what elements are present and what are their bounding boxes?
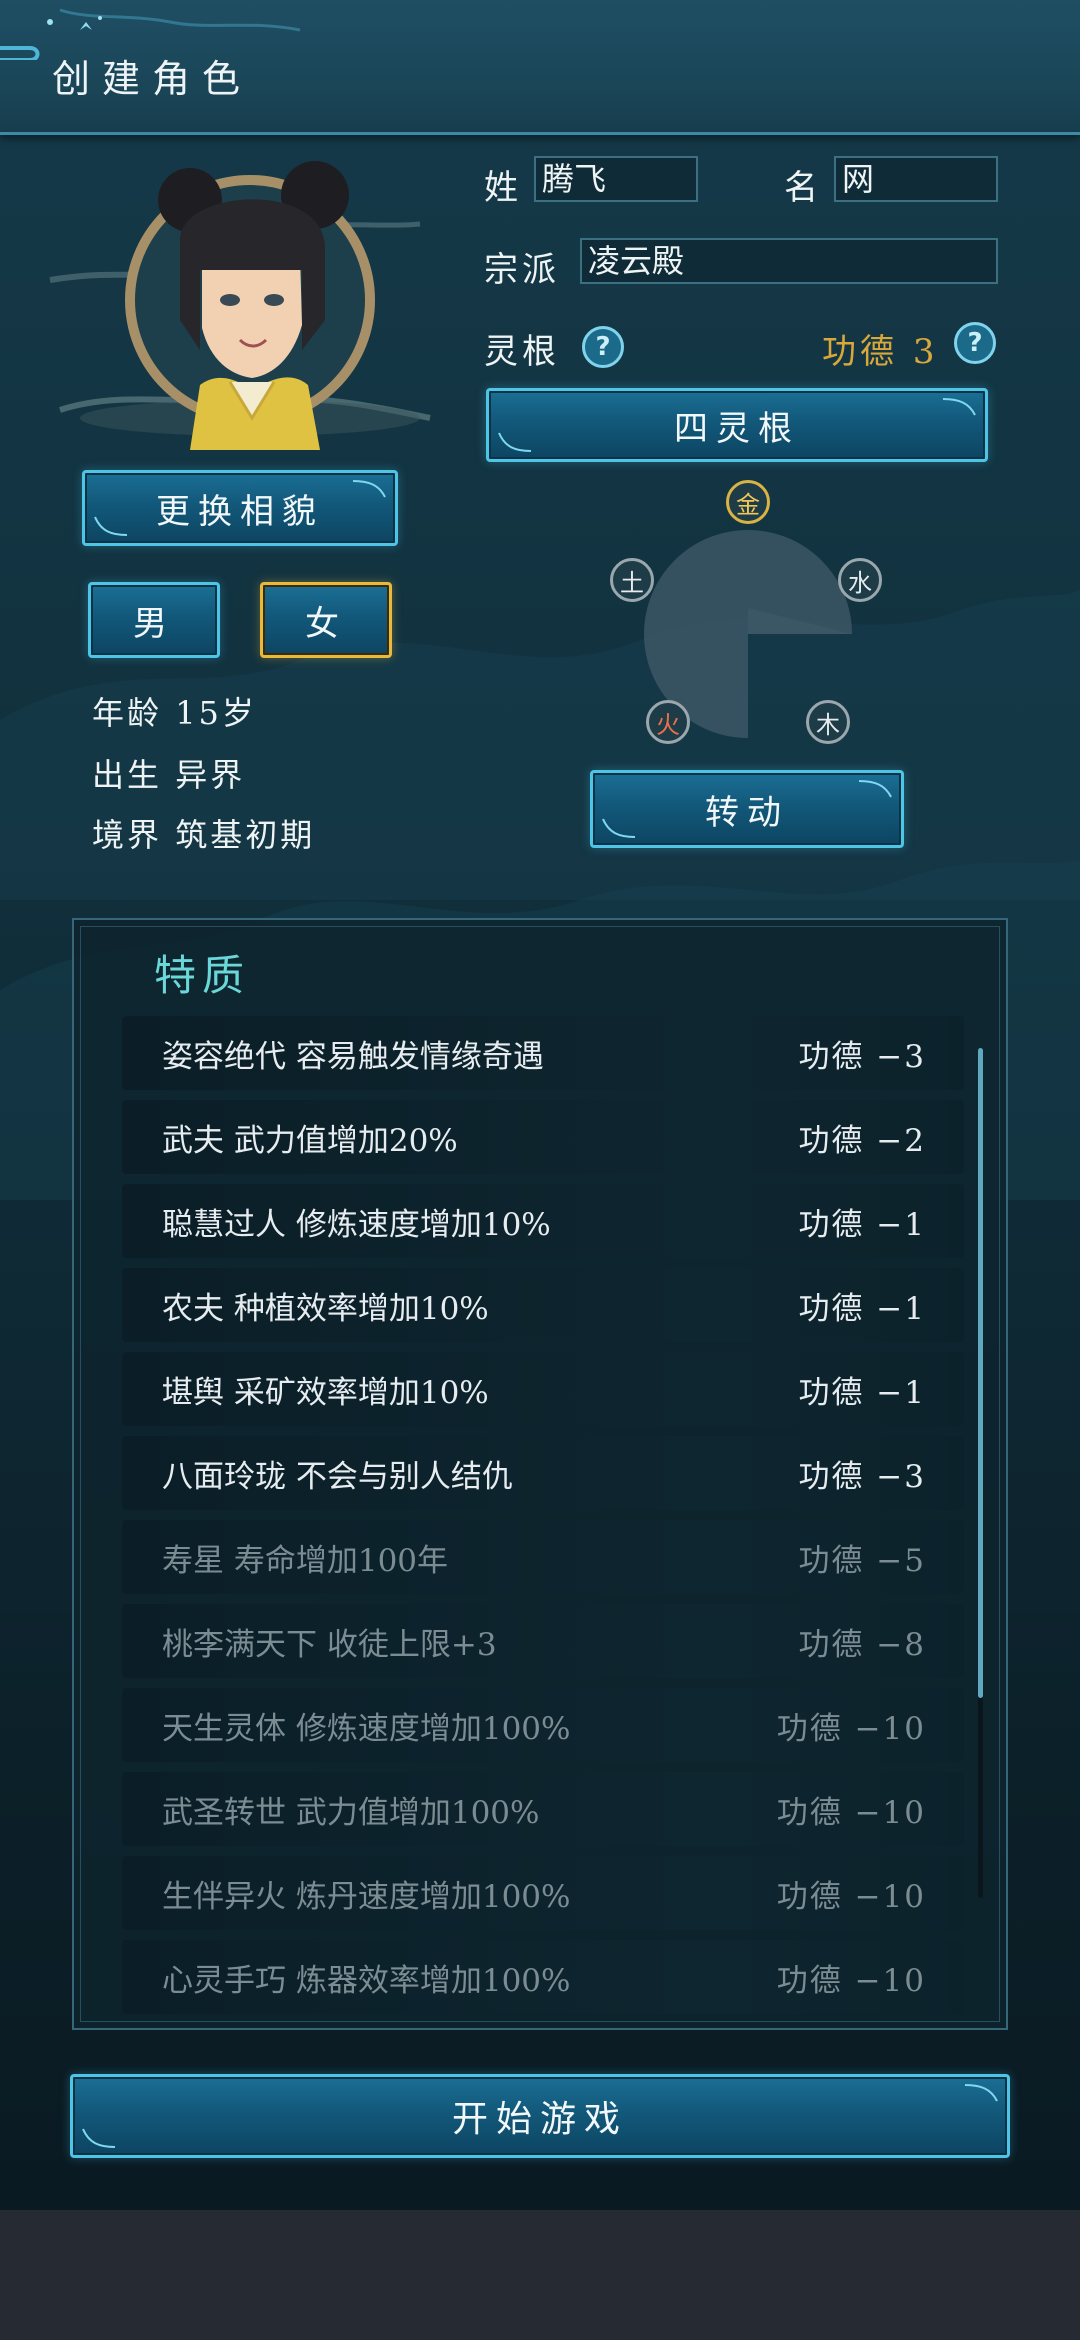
trait-description: 心灵手巧 炼器效率增加100% <box>162 1962 571 1999</box>
element-metal-icon: 金 <box>726 480 770 524</box>
birth-value: 异界 <box>175 756 246 794</box>
trait-description: 姿容绝代 容易触发情缘奇遇 <box>162 1038 544 1075</box>
trait-cost: 功德 −10 <box>776 1962 926 1999</box>
trait-row[interactable]: 天生灵体 修炼速度增加100% 功德 −10 <box>122 1688 964 1762</box>
change-appearance-button[interactable]: 更换相貌 <box>82 470 398 546</box>
realm-value: 筑基初期 <box>175 816 316 854</box>
age-info: 年龄 15岁 <box>92 688 257 734</box>
corner-ornament-icon <box>942 398 976 416</box>
spin-label: 转动 <box>705 792 789 833</box>
merit-display: 功德 3 <box>822 324 938 373</box>
start-game-button[interactable]: 开始游戏 <box>70 2074 1010 2158</box>
spin-button[interactable]: 转动 <box>590 770 904 848</box>
traits-panel: 特质 姿容绝代 容易触发情缘奇遇 功德 −3 武夫 武力值增加20% 功德 −2 聪慧过… <box>72 918 1008 2030</box>
element-fire-icon: 火 <box>646 700 690 744</box>
trait-row[interactable]: 寿星 寿命增加100年 功德 −5 <box>122 1520 964 1594</box>
corner-ornament-icon <box>498 432 532 452</box>
trait-row[interactable]: 生伴异火 炼丹速度增加100% 功德 −10 <box>122 1856 964 1930</box>
gender-male-label: 男 <box>133 603 175 644</box>
spirit-root-label: 灵根 <box>484 332 560 372</box>
spirit-root-type-button[interactable]: 四灵根 <box>486 388 988 462</box>
gender-female-button[interactable]: 女 <box>260 582 392 658</box>
corner-ornament-icon <box>964 2084 998 2102</box>
trait-row[interactable]: 武圣转世 武力值增加100% 功德 −10 <box>122 1772 964 1846</box>
given-name-field[interactable]: 网 <box>834 156 998 202</box>
sect-label: 宗派 <box>484 250 560 290</box>
spirit-root-type-label: 四灵根 <box>674 408 800 449</box>
sect-field[interactable]: 凌云殿 <box>580 238 998 284</box>
gender-female-label: 女 <box>305 603 347 644</box>
surname-label: 姓 <box>484 168 522 208</box>
traits-scrollbar[interactable] <box>978 1048 983 1898</box>
page-title: 创建角色 <box>52 57 253 101</box>
trait-cost: 功德 −3 <box>798 1458 926 1495</box>
trait-row[interactable]: 心灵手巧 炼器效率增加100% 功德 −10 <box>122 1940 964 2014</box>
trait-cost: 功德 −1 <box>798 1374 926 1411</box>
trait-row[interactable]: 聪慧过人 修炼速度增加10% 功德 −1 <box>122 1184 964 1258</box>
birth-info: 出生 异界 <box>92 750 245 796</box>
trait-description: 武圣转世 武力值增加100% <box>162 1794 540 1831</box>
trait-description: 聪慧过人 修炼速度增加10% <box>162 1206 551 1243</box>
trait-cost: 功德 −10 <box>776 1710 926 1747</box>
trait-cost: 功德 −2 <box>798 1122 926 1159</box>
corner-ornament-icon <box>352 480 386 498</box>
merit-label: 功德 <box>822 332 898 372</box>
trait-cost: 功德 −1 <box>798 1290 926 1327</box>
trait-row[interactable]: 姿容绝代 容易触发情缘奇遇 功德 −3 <box>122 1016 964 1090</box>
age-label: 年龄 <box>92 694 163 732</box>
given-name-label: 名 <box>784 168 822 208</box>
trait-row[interactable]: 堪舆 采矿效率增加10% 功德 −1 <box>122 1352 964 1426</box>
element-wood-icon: 木 <box>806 700 850 744</box>
game-screen: 创建角色 更换相貌 男 女 年龄 15岁 出生 异界 境界 筑基初期 姓 腾飞 … <box>0 0 1080 2210</box>
trait-description: 武夫 武力值增加20% <box>162 1122 458 1159</box>
element-water-icon: 水 <box>838 558 882 602</box>
spirit-root-help-icon[interactable]: ? <box>582 326 624 368</box>
trait-description: 八面玲珑 不会与别人结仇 <box>162 1458 513 1495</box>
change-appearance-label: 更换相貌 <box>156 491 324 532</box>
trait-description: 农夫 种植效率增加10% <box>162 1290 489 1327</box>
corner-ornament-icon <box>602 818 636 838</box>
trait-cost: 功德 −10 <box>776 1794 926 1831</box>
trait-cost: 功德 −5 <box>798 1542 926 1579</box>
spirit-root-wheel: 金 水 木 火 土 <box>600 480 900 780</box>
trait-description: 寿星 寿命增加100年 <box>162 1542 449 1579</box>
header-bar: 创建角色 <box>0 0 1080 135</box>
wheel-chart <box>644 530 852 738</box>
character-portrait <box>49 161 431 450</box>
corner-ornament-icon <box>82 2128 116 2148</box>
corner-ornament-icon <box>858 780 892 798</box>
realm-info: 境界 筑基初期 <box>92 810 315 856</box>
age-value: 15岁 <box>175 694 257 732</box>
birth-label: 出生 <box>92 756 163 794</box>
traits-scroll-thumb[interactable] <box>978 1048 983 1698</box>
trait-cost: 功德 −3 <box>798 1038 926 1075</box>
corner-ornament-icon <box>94 516 128 536</box>
realm-label: 境界 <box>92 816 163 854</box>
trait-description: 天生灵体 修炼速度增加100% <box>162 1710 571 1747</box>
trait-row[interactable]: 八面玲珑 不会与别人结仇 功德 −3 <box>122 1436 964 1510</box>
trait-cost: 功德 −8 <box>798 1626 926 1663</box>
trait-row[interactable]: 武夫 武力值增加20% 功德 −2 <box>122 1100 964 1174</box>
traits-title: 特质 <box>154 951 251 1000</box>
trait-description: 生伴异火 炼丹速度增加100% <box>162 1878 571 1915</box>
trait-cost: 功德 −10 <box>776 1878 926 1915</box>
trait-row[interactable]: 桃李满天下 收徒上限+3 功德 −8 <box>122 1604 964 1678</box>
start-game-label: 开始游戏 <box>451 2099 628 2140</box>
trait-description: 桃李满天下 收徒上限+3 <box>162 1626 497 1663</box>
trait-description: 堪舆 采矿效率增加10% <box>162 1374 489 1411</box>
element-earth-icon: 土 <box>610 558 654 602</box>
trait-cost: 功德 −1 <box>798 1206 926 1243</box>
gender-male-button[interactable]: 男 <box>88 582 220 658</box>
surname-field[interactable]: 腾飞 <box>534 156 698 202</box>
bottom-bar <box>0 2210 1080 2340</box>
merit-value: 3 <box>912 332 939 372</box>
merit-help-icon[interactable]: ? <box>954 322 996 364</box>
trait-row[interactable]: 农夫 种植效率增加10% 功德 −1 <box>122 1268 964 1342</box>
